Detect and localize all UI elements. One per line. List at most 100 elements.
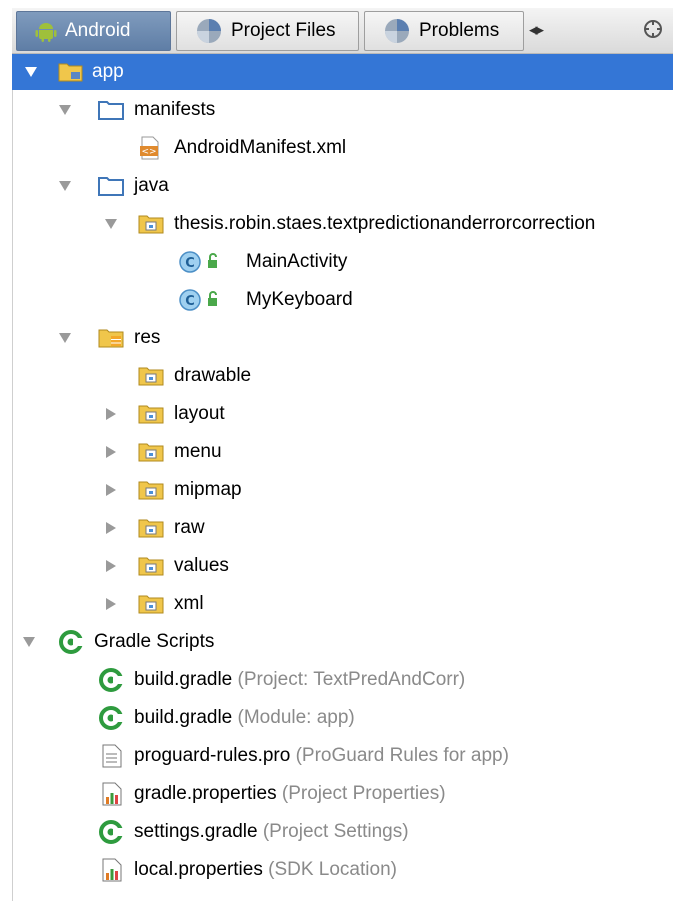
package-icon <box>138 365 164 387</box>
collapse-arrow-icon[interactable] <box>104 483 118 497</box>
tree-item-hint: (Project: TextPredAndCorr) <box>237 669 466 690</box>
tree-item-hint: (ProGuard Rules for app) <box>295 745 509 766</box>
tree-item-java[interactable]: java <box>12 168 673 204</box>
tree-item-androidmanifest[interactable]: <> AndroidManifest.xml <box>12 130 673 166</box>
tree-item-label: raw <box>174 517 205 538</box>
package-icon <box>138 479 164 501</box>
tree-item-label: values <box>174 555 229 576</box>
class-icon: C <box>178 288 226 312</box>
tree-item-hint: (Module: app) <box>237 707 355 728</box>
module-folder-icon <box>58 61 84 83</box>
android-icon <box>35 20 57 42</box>
tree-item-manifests[interactable]: manifests <box>12 92 673 128</box>
tree-item-drawable[interactable]: drawable <box>12 358 673 394</box>
xml-file-icon: <> <box>138 136 162 160</box>
folder-icon <box>98 99 124 121</box>
svg-text:C: C <box>185 294 195 309</box>
gradle-icon <box>98 819 124 845</box>
tree-item-gradle-scripts[interactable]: Gradle Scripts <box>12 624 673 660</box>
tree-item-mainactivity[interactable]: C MainActivity <box>12 244 673 280</box>
package-icon <box>138 555 164 577</box>
tab-project-files[interactable]: Project Files <box>176 11 359 51</box>
tree-item-label: thesis.robin.staes.textpredictionanderro… <box>174 213 596 234</box>
gradle-icon <box>98 705 124 731</box>
collapse-arrow-icon[interactable] <box>104 407 118 421</box>
project-files-icon <box>195 17 223 45</box>
svg-text:<>: <> <box>141 147 156 157</box>
gradle-icon <box>98 667 124 693</box>
tab-android-label: Android <box>65 20 131 41</box>
tree-item-values[interactable]: values <box>12 548 673 584</box>
project-tree: app manifests <> AndroidManifest.xml jav <box>12 54 673 901</box>
tree-item-label: mipmap <box>174 479 242 500</box>
tree-item-label: build.gradle (Module: app) <box>134 707 355 728</box>
collapse-arrow-icon[interactable] <box>104 597 118 611</box>
collapse-arrow-icon[interactable] <box>104 559 118 573</box>
tree-item-mykeyboard[interactable]: C MyKeyboard <box>12 282 673 318</box>
tree-item-label: manifests <box>134 99 216 120</box>
res-folder-icon <box>98 327 128 349</box>
tree-item-label: layout <box>174 403 225 424</box>
tree-item-hint: (Project Settings) <box>262 821 409 842</box>
problems-icon <box>383 17 411 45</box>
expand-arrow-icon[interactable] <box>58 179 72 193</box>
tree-item-label: gradle.properties (Project Properties) <box>134 783 446 804</box>
gradle-icon <box>58 629 84 655</box>
tree-item-app[interactable]: app <box>12 54 673 90</box>
expand-arrow-icon[interactable] <box>24 65 38 79</box>
package-icon <box>138 213 164 235</box>
tree-item-menu[interactable]: menu <box>12 434 673 470</box>
expand-arrow-icon[interactable] <box>104 217 118 231</box>
expand-arrow-icon[interactable] <box>58 103 72 117</box>
tab-problems-label: Problems <box>419 20 500 41</box>
tree-item-label: res <box>134 327 161 348</box>
tree-item-label: MainActivity <box>246 251 348 272</box>
tree-item-build-gradle-module[interactable]: build.gradle (Module: app) <box>12 700 673 736</box>
tree-item-package[interactable]: thesis.robin.staes.textpredictionanderro… <box>12 206 673 242</box>
tree-item-label: app <box>92 61 124 82</box>
folder-icon <box>98 175 124 197</box>
expand-arrow-icon[interactable] <box>58 331 72 345</box>
tree-item-hint: (SDK Location) <box>268 859 397 880</box>
tree-item-label: MyKeyboard <box>246 289 353 310</box>
tab-project-files-label: Project Files <box>231 20 336 41</box>
tree-item-raw[interactable]: raw <box>12 510 673 546</box>
collapse-arrow-icon[interactable] <box>104 445 118 459</box>
tree-item-label: AndroidManifest.xml <box>174 137 347 158</box>
tree-item-gradle-properties[interactable]: gradle.properties (Project Properties) <box>12 776 673 812</box>
tree-item-mipmap[interactable]: mipmap <box>12 472 673 508</box>
tree-item-xml[interactable]: xml <box>12 586 673 622</box>
tree-item-label: proguard-rules.pro (ProGuard Rules for a… <box>134 745 509 766</box>
tree-item-proguard-rules[interactable]: proguard-rules.pro (ProGuard Rules for a… <box>12 738 673 774</box>
tab-problems[interactable]: Problems <box>364 11 524 51</box>
tree-item-label: menu <box>174 441 222 462</box>
view-switcher-tabbar: Android Project Files Problems ◂▸ <box>12 8 673 54</box>
tree-item-build-gradle-project[interactable]: build.gradle (Project: TextPredAndCorr) <box>12 662 673 698</box>
gear-icon[interactable] <box>640 16 666 42</box>
tree-item-label: xml <box>174 593 204 614</box>
tree-item-label: local.properties (SDK Location) <box>134 859 397 880</box>
tree-item-local-properties[interactable]: local.properties (SDK Location) <box>12 852 673 888</box>
tab-android[interactable]: Android <box>16 11 171 51</box>
tree-item-hint: (Project Properties) <box>281 783 446 804</box>
package-icon <box>138 593 164 615</box>
tree-item-label: build.gradle (Project: TextPredAndCorr) <box>134 669 466 690</box>
expand-arrow-icon[interactable] <box>22 635 36 649</box>
package-icon <box>138 441 164 463</box>
properties-file-icon <box>102 782 124 806</box>
class-icon: C <box>178 250 226 274</box>
package-icon <box>138 403 164 425</box>
tree-item-res[interactable]: res <box>12 320 673 356</box>
tree-item-layout[interactable]: layout <box>12 396 673 432</box>
tab-scroll-arrows[interactable]: ◂▸ <box>529 20 544 40</box>
tree-item-label: drawable <box>174 365 252 386</box>
collapse-arrow-icon[interactable] <box>104 521 118 535</box>
text-file-icon <box>102 744 122 768</box>
tree-item-label: Gradle Scripts <box>94 631 215 652</box>
tree-item-settings-gradle[interactable]: settings.gradle (Project Settings) <box>12 814 673 850</box>
tree-item-label: settings.gradle (Project Settings) <box>134 821 409 842</box>
svg-text:C: C <box>185 256 195 271</box>
package-icon <box>138 517 164 539</box>
properties-file-icon <box>102 858 124 882</box>
tree-item-label: java <box>134 175 169 196</box>
